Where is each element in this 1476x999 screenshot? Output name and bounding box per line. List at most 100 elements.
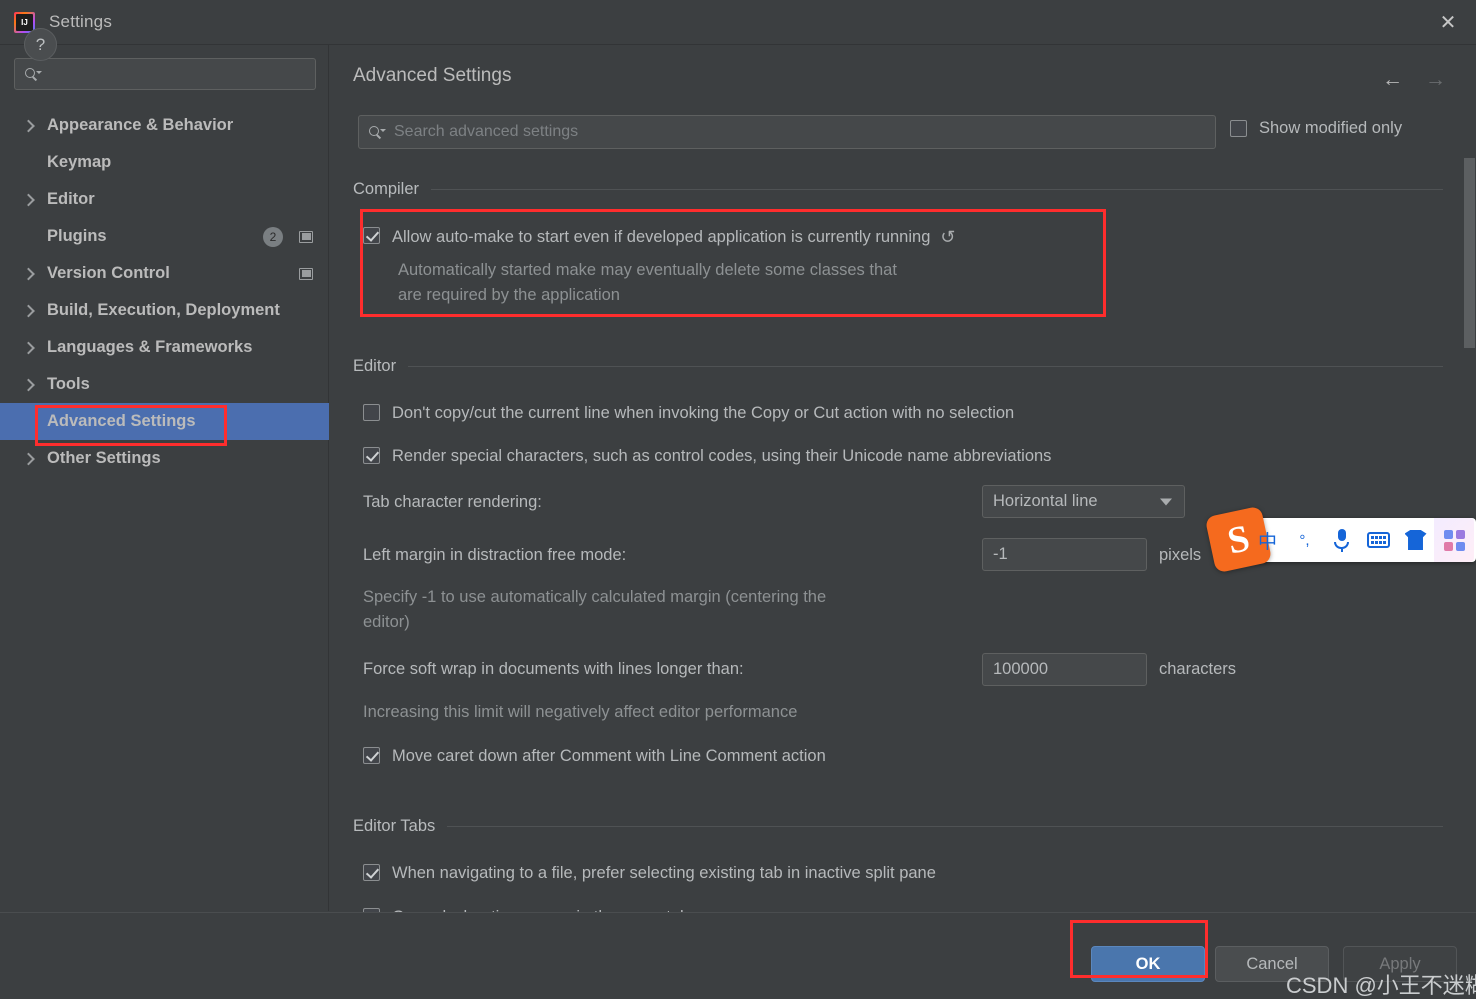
sidebar-item-editor[interactable]: Editor bbox=[0, 181, 329, 218]
sidebar-item-version-control[interactable]: Version Control bbox=[0, 255, 329, 292]
open-in-window-icon[interactable] bbox=[299, 267, 313, 280]
main-scrollbar-track[interactable] bbox=[1463, 100, 1476, 911]
checkbox-box[interactable] bbox=[363, 864, 380, 881]
advanced-settings-panel: Advanced Settings ← → Search advanced se… bbox=[330, 45, 1476, 926]
ok-button[interactable]: OK bbox=[1091, 946, 1205, 982]
chevron-right-icon bbox=[22, 341, 35, 354]
checkbox-box[interactable] bbox=[363, 404, 380, 421]
section-editor-tabs: Editor Tabs bbox=[353, 817, 1443, 836]
skin-icon[interactable] bbox=[1397, 518, 1434, 562]
chevron-right-icon bbox=[22, 452, 35, 465]
sidebar-item-other-settings[interactable]: Other Settings bbox=[0, 440, 329, 477]
search-icon bbox=[25, 67, 42, 82]
sidebar-item-advanced-settings[interactable]: Advanced Settings bbox=[0, 403, 329, 440]
auto-make-label: Allow auto-make to start even if develop… bbox=[392, 225, 955, 249]
auto-make-checkbox-row[interactable]: Allow auto-make to start even if develop… bbox=[363, 225, 955, 249]
show-modified-only-checkbox[interactable]: Show modified only bbox=[1230, 119, 1402, 138]
sidebar-item-label: Appearance & Behavior bbox=[47, 116, 234, 134]
sidebar-item-label: Version Control bbox=[47, 264, 170, 282]
left-margin-value: -1 bbox=[993, 545, 1008, 563]
prefer-existing-tab-checkbox-row[interactable]: When navigating to a file, prefer select… bbox=[363, 862, 936, 884]
checkbox-box[interactable] bbox=[363, 447, 380, 464]
sidebar-item-appearance-behavior[interactable]: Appearance & Behavior bbox=[0, 107, 329, 144]
chinese-mode-icon[interactable]: 中 bbox=[1249, 518, 1286, 562]
back-arrow-icon[interactable]: ← bbox=[1382, 69, 1403, 90]
plugins-update-badge: 2 bbox=[263, 226, 283, 247]
force-soft-wrap-description: Increasing this limit will negatively af… bbox=[363, 703, 798, 721]
left-margin-description: Specify -1 to use automatically calculat… bbox=[363, 588, 827, 631]
force-soft-wrap-value: 100000 bbox=[993, 660, 1049, 678]
settings-sidebar: Appearance & Behavior Keymap Editor Plug… bbox=[0, 45, 329, 911]
punctuation-mode-icon[interactable]: °, bbox=[1286, 518, 1323, 562]
sidebar-item-label: Languages & Frameworks bbox=[47, 338, 253, 356]
sidebar-item-tools[interactable]: Tools bbox=[0, 366, 329, 403]
page-title: Advanced Settings bbox=[353, 65, 512, 86]
sidebar-item-label: Editor bbox=[47, 190, 95, 208]
section-divider bbox=[447, 826, 1443, 827]
section-divider bbox=[431, 189, 1443, 190]
force-soft-wrap-input[interactable]: 100000 bbox=[982, 653, 1147, 686]
sidebar-item-label: Other Settings bbox=[47, 449, 161, 467]
move-caret-down-label: Move caret down after Comment with Line … bbox=[392, 747, 826, 765]
close-icon[interactable]: ✕ bbox=[1420, 0, 1476, 45]
revert-icon[interactable]: ↺ bbox=[940, 225, 955, 249]
show-modified-only-label: Show modified only bbox=[1259, 119, 1403, 137]
force-soft-wrap-label: Force soft wrap in documents with lines … bbox=[363, 660, 744, 678]
help-button[interactable]: ? bbox=[24, 28, 57, 61]
checkbox-box[interactable] bbox=[363, 227, 380, 244]
dont-copy-cut-label: Don't copy/cut the current line when inv… bbox=[392, 404, 1015, 422]
sidebar-item-label: Advanced Settings bbox=[47, 412, 196, 430]
chevron-right-icon bbox=[22, 193, 35, 206]
title-bar: Settings ✕ bbox=[0, 0, 1476, 45]
voice-input-icon[interactable] bbox=[1323, 518, 1360, 562]
force-soft-wrap-unit: characters bbox=[1159, 660, 1237, 678]
section-title: Compiler bbox=[353, 180, 420, 198]
checkbox-box[interactable] bbox=[363, 747, 380, 764]
section-title: Editor bbox=[353, 357, 397, 375]
prefer-existing-tab-label: When navigating to a file, prefer select… bbox=[392, 864, 936, 882]
sidebar-item-languages-frameworks[interactable]: Languages & Frameworks bbox=[0, 329, 329, 366]
open-in-window-icon[interactable] bbox=[299, 230, 313, 243]
section-title: Editor Tabs bbox=[353, 817, 436, 835]
sidebar-item-label: Tools bbox=[47, 375, 90, 393]
dont-copy-cut-checkbox-row[interactable]: Don't copy/cut the current line when inv… bbox=[363, 402, 1014, 424]
render-special-chars-label: Render special characters, such as contr… bbox=[392, 447, 1052, 465]
advanced-settings-search-input[interactable]: Search advanced settings bbox=[358, 115, 1216, 149]
soft-keyboard-icon[interactable] bbox=[1360, 518, 1397, 562]
chevron-down-icon bbox=[1160, 498, 1172, 505]
tab-char-rendering-label: Tab character rendering: bbox=[363, 493, 542, 511]
section-editor: Editor bbox=[353, 357, 1443, 376]
window-title: Settings bbox=[49, 12, 113, 31]
toolbox-icon[interactable] bbox=[1434, 518, 1474, 562]
sidebar-item-plugins[interactable]: Plugins 2 bbox=[0, 218, 329, 255]
chevron-right-icon bbox=[22, 119, 35, 132]
tab-char-rendering-dropdown[interactable]: Horizontal line bbox=[982, 485, 1185, 518]
sidebar-item-label: Plugins bbox=[47, 227, 107, 245]
chevron-right-icon bbox=[22, 378, 35, 391]
sidebar-item-build-execution-deployment[interactable]: Build, Execution, Deployment bbox=[0, 292, 329, 329]
sidebar-item-list: Appearance & Behavior Keymap Editor Plug… bbox=[0, 107, 329, 477]
search-placeholder: Search advanced settings bbox=[394, 123, 579, 140]
sidebar-item-label: Keymap bbox=[47, 153, 112, 171]
settings-dialog: Settings ✕ Appearance & Behavior Keymap … bbox=[0, 0, 1476, 999]
chevron-right-icon bbox=[22, 267, 35, 280]
sidebar-item-label: Build, Execution, Deployment bbox=[47, 301, 280, 319]
sidebar-search-input[interactable] bbox=[14, 58, 316, 90]
tab-char-rendering-value: Horizontal line bbox=[993, 492, 1098, 510]
main-scrollbar-thumb[interactable] bbox=[1464, 158, 1475, 348]
left-margin-unit: pixels bbox=[1159, 546, 1202, 564]
checkbox-box[interactable] bbox=[1230, 120, 1247, 137]
left-margin-input[interactable]: -1 bbox=[982, 538, 1147, 571]
section-divider bbox=[408, 366, 1443, 367]
chevron-right-icon bbox=[22, 304, 35, 317]
sidebar-item-keymap[interactable]: Keymap bbox=[0, 144, 329, 181]
left-margin-label: Left margin in distraction free mode: bbox=[363, 546, 627, 564]
navigation-arrows: ← → bbox=[1382, 69, 1446, 90]
auto-make-description: Automatically started make may eventuall… bbox=[398, 261, 897, 304]
move-caret-down-checkbox-row[interactable]: Move caret down after Comment with Line … bbox=[363, 745, 826, 767]
section-compiler: Compiler bbox=[353, 180, 1443, 199]
watermark-text: CSDN @小王不迷糊 bbox=[1286, 973, 1476, 998]
render-special-chars-checkbox-row[interactable]: Render special characters, such as contr… bbox=[363, 445, 1051, 467]
forward-arrow-icon[interactable]: → bbox=[1425, 69, 1446, 90]
search-icon bbox=[369, 125, 386, 140]
